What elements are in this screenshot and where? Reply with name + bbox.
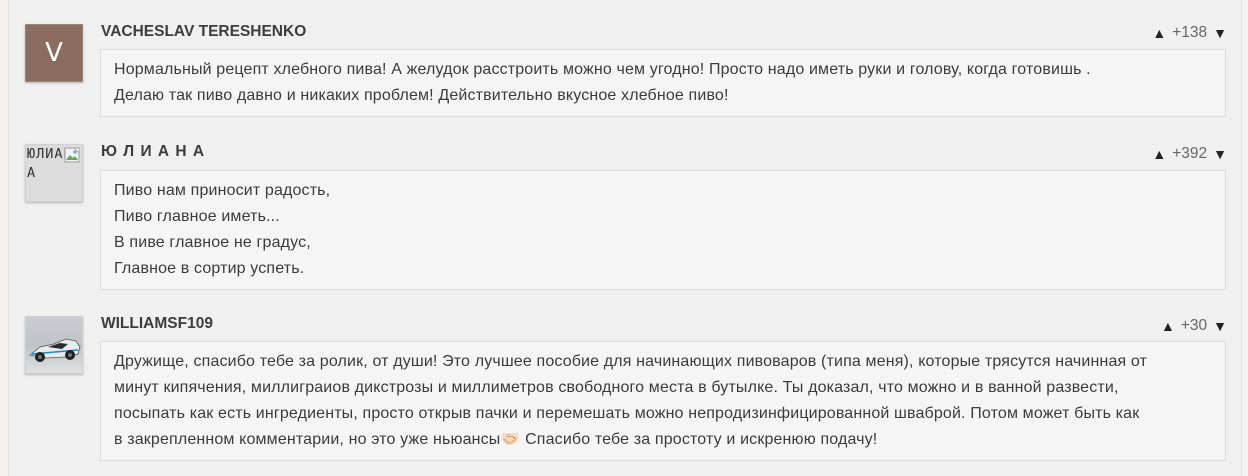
comment-text-line: Делаю так пиво давно и никаких проблем! … xyxy=(114,87,729,104)
vote-score: +138 xyxy=(1172,24,1208,41)
upvote-icon[interactable]: ▲ xyxy=(1152,25,1166,41)
avatar-letter: V xyxy=(45,38,63,68)
comment-author[interactable]: Ю Л И А Н А xyxy=(101,143,205,161)
comment-text-line: посыпать как есть ингредиенты, просто от… xyxy=(114,405,1140,422)
comment-text: Дружище, спасибо тебе за ролик, от души!… xyxy=(100,341,1226,461)
avatar[interactable]: V xyxy=(25,24,83,82)
comment-text-line: Нормальный рецепт хлебного пива! А желуд… xyxy=(114,61,1091,78)
comment-author[interactable]: WILLIAMSF109 xyxy=(101,315,213,333)
avatar[interactable] xyxy=(25,316,83,374)
vote-controls: ▲ +138 ▼ xyxy=(1152,24,1227,42)
comment-text-line: в закрепленном комментарии, но это уже н… xyxy=(114,431,878,448)
upvote-icon[interactable]: ▲ xyxy=(1152,146,1166,162)
comments-section: V VACHESLAV TERESHENKO ▲ +138 ▼ Нормальн… xyxy=(8,0,1242,476)
downvote-icon[interactable]: ▼ xyxy=(1213,318,1227,334)
vote-controls: ▲ +30 ▼ xyxy=(1161,317,1227,335)
downvote-icon[interactable]: ▼ xyxy=(1213,146,1227,162)
vote-score: +392 xyxy=(1172,145,1208,162)
avatar[interactable]: ЮЛИАНА xyxy=(25,144,83,202)
comment-author[interactable]: VACHESLAV TERESHENKO xyxy=(101,23,306,41)
comment-text-line: минут кипячения, миллиграиов дикстрозы и… xyxy=(114,379,1119,396)
comment-text: Нормальный рецепт хлебного пива! А желуд… xyxy=(100,49,1226,117)
comment-text: Пиво нам приносит радость, Пиво главное и… xyxy=(100,170,1226,290)
vote-score: +30 xyxy=(1180,317,1208,334)
vote-controls: ▲ +392 ▼ xyxy=(1152,145,1227,163)
comment-text-line: В пиве главное не градус, xyxy=(114,234,311,251)
upvote-icon[interactable]: ▲ xyxy=(1161,318,1175,334)
race-car-photo-icon xyxy=(26,317,82,373)
comment-text-line: Главное в сортир успеть. xyxy=(114,260,305,277)
comment-text-line: Пиво главное иметь... xyxy=(114,208,280,225)
broken-image-icon xyxy=(64,147,80,163)
comment-text-line: Пиво нам приносит радость, xyxy=(114,182,331,199)
downvote-icon[interactable]: ▼ xyxy=(1213,25,1227,41)
comment-text-line: Дружище, спасибо тебе за ролик, от души!… xyxy=(114,353,1148,370)
